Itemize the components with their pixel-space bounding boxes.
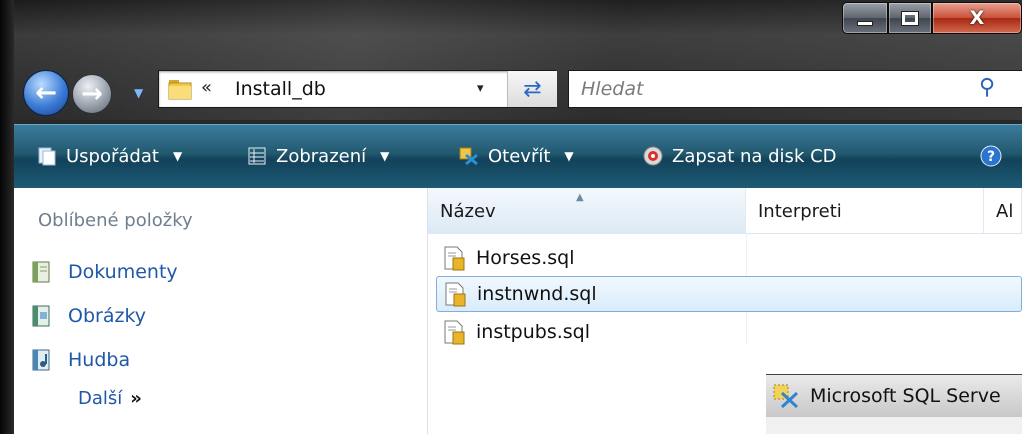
sort-ascending-icon: ▲ <box>576 192 584 203</box>
favorite-pictures-label: Obrázky <box>68 305 147 327</box>
back-button[interactable]: ← <box>23 70 69 116</box>
command-bar: Uspořádat ▼ Zobrazení ▼ Otevřít ▼ Zapsat na… <box>14 124 1022 188</box>
burn-cd-label: Zapsat na disk CD <box>672 145 837 167</box>
svg-text:?: ? <box>987 149 995 165</box>
file-row[interactable]: Horses.sql <box>436 240 1022 276</box>
views-caret-icon: ▼ <box>380 149 390 163</box>
burn-disc-icon <box>643 146 663 166</box>
file-name: instnwnd.sql <box>477 283 597 305</box>
views-icon <box>248 147 266 165</box>
sql-file-icon <box>445 282 466 307</box>
minimize-icon <box>857 20 873 26</box>
help-icon: ? <box>980 145 1002 167</box>
file-row[interactable]: instpubs.sql <box>436 314 1022 350</box>
search-placeholder: Hledat <box>581 78 644 100</box>
address-bar[interactable]: « Install_db ▾ ⇄ <box>158 70 557 108</box>
open-icon <box>459 147 478 166</box>
column-header-artists-label: Interpreti <box>758 200 842 222</box>
column-header-name-label: Název <box>440 200 496 222</box>
music-icon <box>32 349 50 371</box>
caption-buttons: X <box>842 2 1022 34</box>
favorites-heading: Oblíbené položky <box>38 210 193 231</box>
recent-pages-dropdown[interactable]: ▼ <box>134 86 143 100</box>
open-caret-icon: ▼ <box>564 149 574 163</box>
favorite-documents[interactable]: Dokumenty <box>30 260 178 284</box>
minimize-button[interactable] <box>842 2 888 34</box>
views-label: Zobrazení <box>276 145 367 167</box>
views-button[interactable]: Zobrazení ▼ <box>246 145 389 167</box>
file-name: instpubs.sql <box>476 321 591 343</box>
favorite-music-label: Hudba <box>68 349 131 371</box>
column-header-name[interactable]: Název ▲ <box>428 188 746 234</box>
navigation-pane: Oblíbené položky Dokumenty Obrázky Hudba… <box>14 188 428 434</box>
favorite-pictures[interactable]: Obrázky <box>30 304 146 328</box>
search-icon[interactable]: ⚲ <box>979 75 995 100</box>
column-header-row: Název ▲ Interpreti Al <box>428 188 1022 234</box>
sql-server-icon <box>773 384 799 409</box>
organize-caret-icon: ▼ <box>172 149 183 163</box>
address-dropdown-icon[interactable]: ▾ <box>477 81 484 96</box>
breadcrumb-overflow[interactable]: « <box>201 77 212 98</box>
sql-server-title: Microsoft SQL Serve <box>810 385 1001 407</box>
sql-server-window[interactable]: Microsoft SQL Serve <box>766 374 1022 434</box>
forward-button[interactable]: → <box>72 74 112 114</box>
file-name: Horses.sql <box>476 247 575 269</box>
organize-icon <box>38 147 56 166</box>
help-button[interactable]: ? <box>980 145 1002 167</box>
organize-button[interactable]: Uspořádat ▼ <box>36 145 182 167</box>
more-label: Další <box>78 388 123 409</box>
maximize-button[interactable] <box>888 2 932 34</box>
favorite-documents-label: Dokumenty <box>68 261 178 283</box>
sql-file-icon <box>444 246 465 271</box>
sql-file-icon <box>444 320 465 345</box>
column-header-album-label: Al <box>996 200 1014 222</box>
file-row-selected[interactable]: instnwnd.sql <box>436 276 1022 312</box>
column-header-album[interactable]: Al <box>984 188 1022 234</box>
forward-arrow-icon: → <box>81 79 103 109</box>
documents-icon <box>32 261 50 283</box>
refresh-button[interactable]: ⇄ <box>507 71 557 107</box>
close-button[interactable]: X <box>932 2 1022 34</box>
open-button[interactable]: Otevřít ▼ <box>458 145 574 167</box>
search-box[interactable]: Hledat ⚲ <box>568 70 1022 108</box>
burn-cd-button[interactable]: Zapsat na disk CD <box>642 145 837 167</box>
organize-label: Uspořádat <box>66 145 159 167</box>
maximize-icon <box>901 10 919 26</box>
refresh-icon: ⇄ <box>523 76 542 102</box>
breadcrumb-current-folder[interactable]: Install_db <box>235 78 326 100</box>
more-chevron-icon: » <box>130 388 142 409</box>
close-icon: X <box>969 7 985 29</box>
sql-server-titlebar[interactable]: Microsoft SQL Serve <box>766 375 1022 417</box>
folder-icon <box>168 80 192 100</box>
more-favorites-link[interactable]: Další » <box>78 388 142 409</box>
window-left-edge <box>0 0 14 434</box>
sql-server-menubar <box>766 417 1022 434</box>
pictures-icon <box>32 305 50 327</box>
column-header-artists[interactable]: Interpreti <box>746 188 984 234</box>
favorite-music[interactable]: Hudba <box>30 348 130 372</box>
back-arrow-icon: ← <box>35 78 57 108</box>
open-label: Otevřít <box>488 145 551 167</box>
